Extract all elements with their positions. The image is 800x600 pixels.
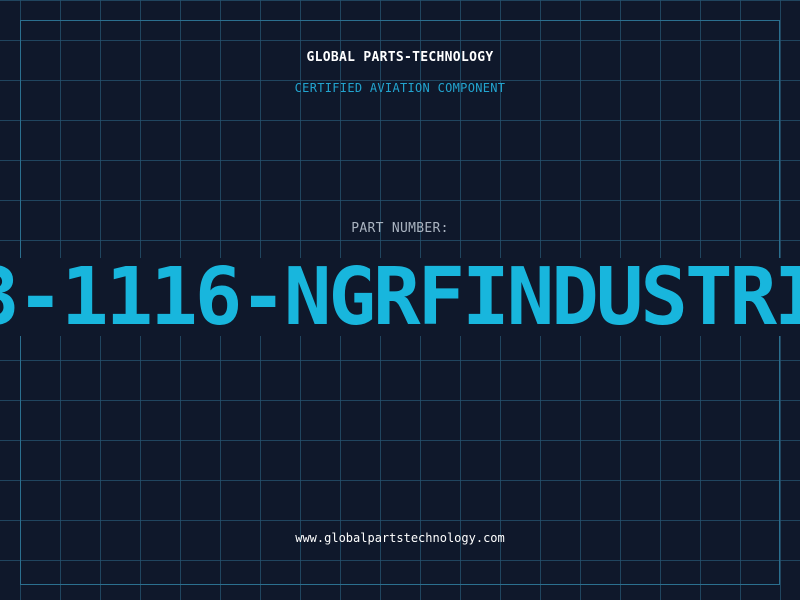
part-number-label: PART NUMBER: (351, 221, 449, 236)
part-number-value: 3-1116-NGRFINDUSTRI (0, 258, 800, 336)
part-number-band: 3-1116-NGRFINDUSTRI (0, 258, 800, 336)
label-card: GLOBAL PARTS-TECHNOLOGY CERTIFIED AVIATI… (0, 0, 800, 600)
certification-tagline: CERTIFIED AVIATION COMPONENT (294, 81, 506, 95)
website-url: www.globalpartstechnology.com (295, 531, 505, 545)
brand-name: GLOBAL PARTS-TECHNOLOGY (306, 50, 494, 65)
